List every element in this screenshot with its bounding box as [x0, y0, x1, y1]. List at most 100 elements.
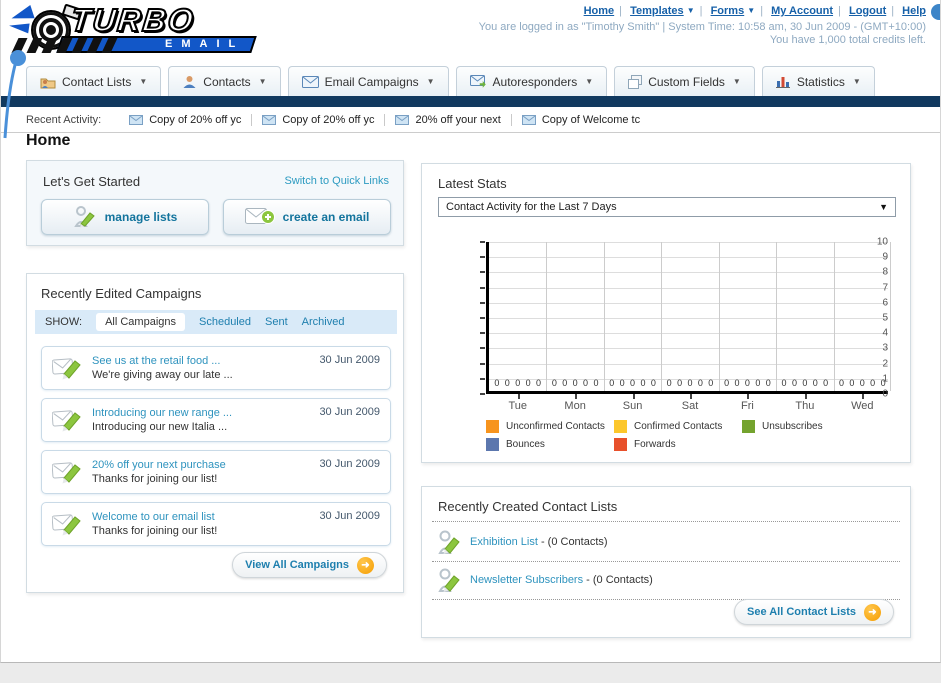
tab-contact-lists[interactable]: Contact Lists ▼: [26, 66, 162, 96]
envelope-icon: [521, 114, 536, 125]
envelope-pencil-icon: [52, 358, 81, 380]
top-nav: Home | Templates ▼ | Forms ▼ | My Account | …: [583, 5, 926, 17]
bar-value-label: 0: [791, 378, 797, 388]
view-all-campaigns-button[interactable]: View All Campaigns ➜: [232, 552, 387, 578]
campaign-row: Welcome to our email list Thanks for join…: [41, 502, 391, 546]
recent-activity-item[interactable]: Copy of Welcome tc: [512, 114, 650, 126]
page-container: Home | Templates ▼ | Forms ▼ | My Account | …: [0, 0, 941, 663]
contact-list-link[interactable]: Exhibition List: [470, 536, 538, 548]
filter-sent[interactable]: Sent: [265, 316, 288, 328]
list-pencil-icon: [438, 568, 460, 592]
gridline: [833, 242, 835, 391]
get-started-title: Let's Get Started: [43, 174, 141, 189]
tab-statistics[interactable]: Statistics ▼: [761, 66, 875, 96]
tab-email-campaigns[interactable]: Email Campaigns ▼: [287, 66, 449, 96]
top-link-home[interactable]: Home: [584, 5, 615, 17]
top-link-logout[interactable]: Logout: [849, 5, 886, 17]
bar-value-label: 0: [536, 378, 542, 388]
flame-icon: [8, 20, 30, 34]
x-axis-label: Tue: [508, 400, 527, 412]
campaign-date: 30 Jun 2009: [319, 510, 380, 522]
y-axis-label: 4: [882, 327, 888, 339]
campaign-title-link[interactable]: 20% off your next purchase: [92, 458, 226, 472]
top-link-help[interactable]: Help: [902, 5, 926, 17]
campaign-filter-bar: SHOW: All Campaigns Scheduled Sent Archi…: [35, 310, 397, 334]
y-tick: [480, 347, 485, 350]
y-tick: [480, 271, 485, 274]
switch-quick-links-link[interactable]: Switch to Quick Links: [284, 175, 389, 187]
recent-activity-item[interactable]: Copy of 20% off yc: [119, 113, 253, 126]
gridline: [489, 318, 888, 319]
top-link-my-account[interactable]: My Account: [771, 5, 833, 17]
campaign-title-link[interactable]: See us at the retail food ...: [92, 354, 233, 368]
bar-value-label: 0: [781, 378, 787, 388]
legend-swatch: [742, 420, 755, 433]
chevron-down-icon: ▼: [426, 77, 435, 86]
bar-value-label: 0: [765, 378, 771, 388]
legend-label: Unsubscribes: [762, 421, 823, 432]
bar-value-label: 0: [525, 378, 531, 388]
y-axis-label: 1: [882, 373, 888, 385]
filter-scheduled[interactable]: Scheduled: [199, 316, 251, 328]
x-tick: [632, 394, 635, 399]
gridline: [489, 348, 888, 350]
campaigns-title: Recently Edited Campaigns: [41, 286, 202, 301]
campaign-subtitle: Introducing our new Italia ...: [92, 421, 228, 433]
main-nav-tabs: Contact Lists ▼ Contacts ▼ Email Campaigns…: [26, 66, 875, 96]
y-tick: [480, 393, 485, 395]
x-axis-label: Sat: [681, 400, 699, 412]
top-link-forms[interactable]: Forms: [711, 5, 745, 17]
get-started-panel: Let's Get Started Switch to Quick Links …: [26, 160, 404, 246]
campaign-date: 30 Jun 2009: [319, 406, 380, 418]
chevron-down-icon: ▼: [686, 6, 695, 15]
chevron-down-icon: ▼: [747, 6, 756, 15]
campaign-date: 30 Jun 2009: [319, 354, 380, 366]
bar-value-label: 0: [562, 378, 568, 388]
y-axis-label: 7: [882, 282, 888, 294]
gridline: [489, 302, 888, 304]
contact-list-count: - (0 Contacts): [540, 536, 608, 548]
recent-activity-item[interactable]: 20% off your next: [385, 113, 512, 126]
top-link-templates[interactable]: Templates: [630, 5, 684, 17]
chevron-down-icon: ▼: [732, 77, 741, 86]
y-axis-label: 5: [882, 312, 888, 324]
stats-period-select[interactable]: Contact Activity for the Last 7 Days ▼: [438, 197, 896, 217]
recent-activity-item[interactable]: Copy of 20% off yc: [252, 113, 386, 126]
campaign-subtitle: Thanks for joining our list!: [92, 473, 218, 485]
contact-lists-title: Recently Created Contact Lists: [438, 499, 618, 514]
tab-custom-fields[interactable]: Custom Fields ▼: [614, 66, 755, 96]
x-tick: [690, 394, 692, 399]
contact-list-link[interactable]: Newsletter Subscribers: [470, 574, 583, 586]
envelope-icon: [262, 114, 277, 125]
legend-item: Forwards: [614, 438, 742, 451]
y-tick: [480, 377, 485, 380]
x-axis-label: Mon: [564, 400, 586, 412]
y-axis-label: 9: [882, 251, 888, 263]
create-email-button[interactable]: create an email: [223, 199, 391, 235]
help-balloon-icon[interactable]: [931, 4, 940, 20]
legend-label: Bounces: [506, 439, 545, 450]
tab-autoresponders[interactable]: Autoresponders ▼: [455, 66, 608, 96]
folder-user-icon: [40, 78, 56, 88]
logo-text-email: EMAIL: [164, 38, 244, 50]
campaign-date: 30 Jun 2009: [319, 458, 380, 470]
gridline: [661, 242, 663, 391]
gridline: [489, 257, 888, 259]
latest-stats-title: Latest Stats: [438, 176, 507, 191]
credits-status: You have 1,000 total credits left.: [769, 34, 926, 46]
campaign-title-link[interactable]: Welcome to our email list: [92, 510, 217, 524]
legend-swatch: [486, 438, 499, 451]
filter-all-campaigns[interactable]: All Campaigns: [96, 313, 185, 331]
chart-legend: Unconfirmed Contacts Confirmed Contacts Un…: [486, 420, 886, 456]
campaign-title-link[interactable]: Introducing our new range ...: [92, 406, 232, 420]
filter-archived[interactable]: Archived: [302, 316, 345, 328]
see-all-contact-lists-button[interactable]: See All Contact Lists ➜: [733, 599, 894, 625]
contact-list-item: Exhibition List - (0 Contacts): [438, 529, 608, 555]
tab-contacts[interactable]: Contacts ▼: [168, 66, 281, 96]
bar-value-label: 0: [650, 378, 656, 388]
chart-icon: [775, 77, 790, 88]
legend-item: Confirmed Contacts: [614, 420, 742, 433]
contact-list-count: - (0 Contacts): [586, 574, 653, 586]
bar-value-label: 0: [708, 378, 714, 388]
manage-lists-button[interactable]: manage lists: [41, 199, 209, 235]
